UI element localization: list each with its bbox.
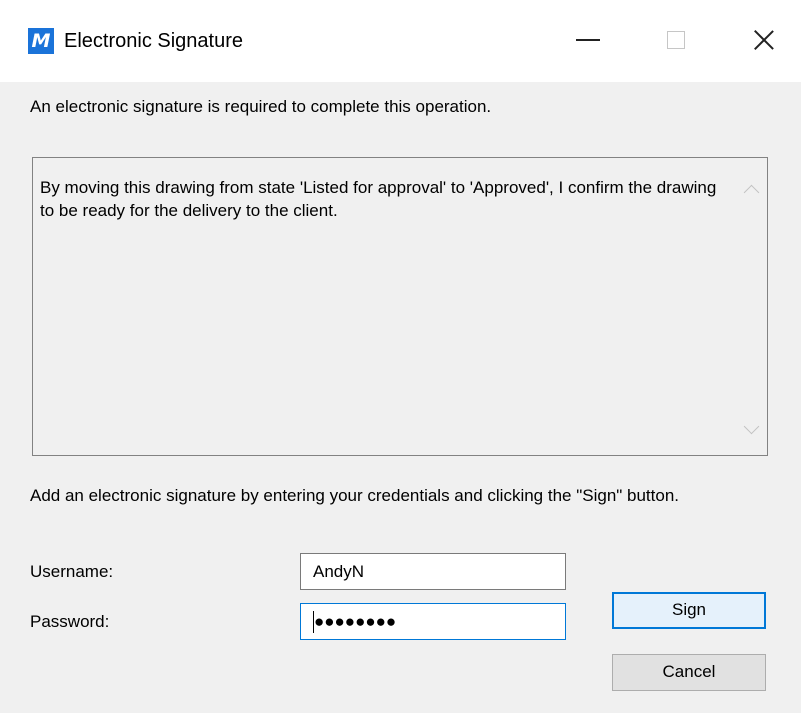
minimize-icon <box>576 39 600 41</box>
sign-button[interactable]: Sign <box>612 592 766 629</box>
close-button[interactable] <box>736 14 792 66</box>
message-text: By moving this drawing from state 'Liste… <box>40 178 717 220</box>
maximize-button[interactable] <box>648 14 704 66</box>
intro-text: An electronic signature is required to c… <box>30 97 492 116</box>
chevron-down-icon[interactable] <box>743 418 760 435</box>
minimize-button[interactable] <box>560 14 616 66</box>
username-label: Username: <box>30 562 114 581</box>
password-input[interactable]: ●●●●●●●● <box>300 603 566 640</box>
instruction-text: Add an electronic signature by entering … <box>30 486 680 505</box>
title-bar: M Electronic Signature <box>0 0 801 82</box>
message-textarea[interactable]: By moving this drawing from state 'Liste… <box>32 157 768 456</box>
cancel-button[interactable]: Cancel <box>612 654 766 691</box>
app-logo-icon: M <box>28 28 54 54</box>
maximize-icon <box>667 31 685 49</box>
vertical-scrollbar[interactable] <box>737 158 767 455</box>
password-label: Password: <box>30 612 110 631</box>
chevron-up-icon[interactable] <box>743 184 760 201</box>
username-input[interactable]: AndyN <box>300 553 566 590</box>
window-title: Electronic Signature <box>64 30 243 52</box>
close-icon <box>753 29 775 51</box>
text-caret <box>313 611 314 633</box>
